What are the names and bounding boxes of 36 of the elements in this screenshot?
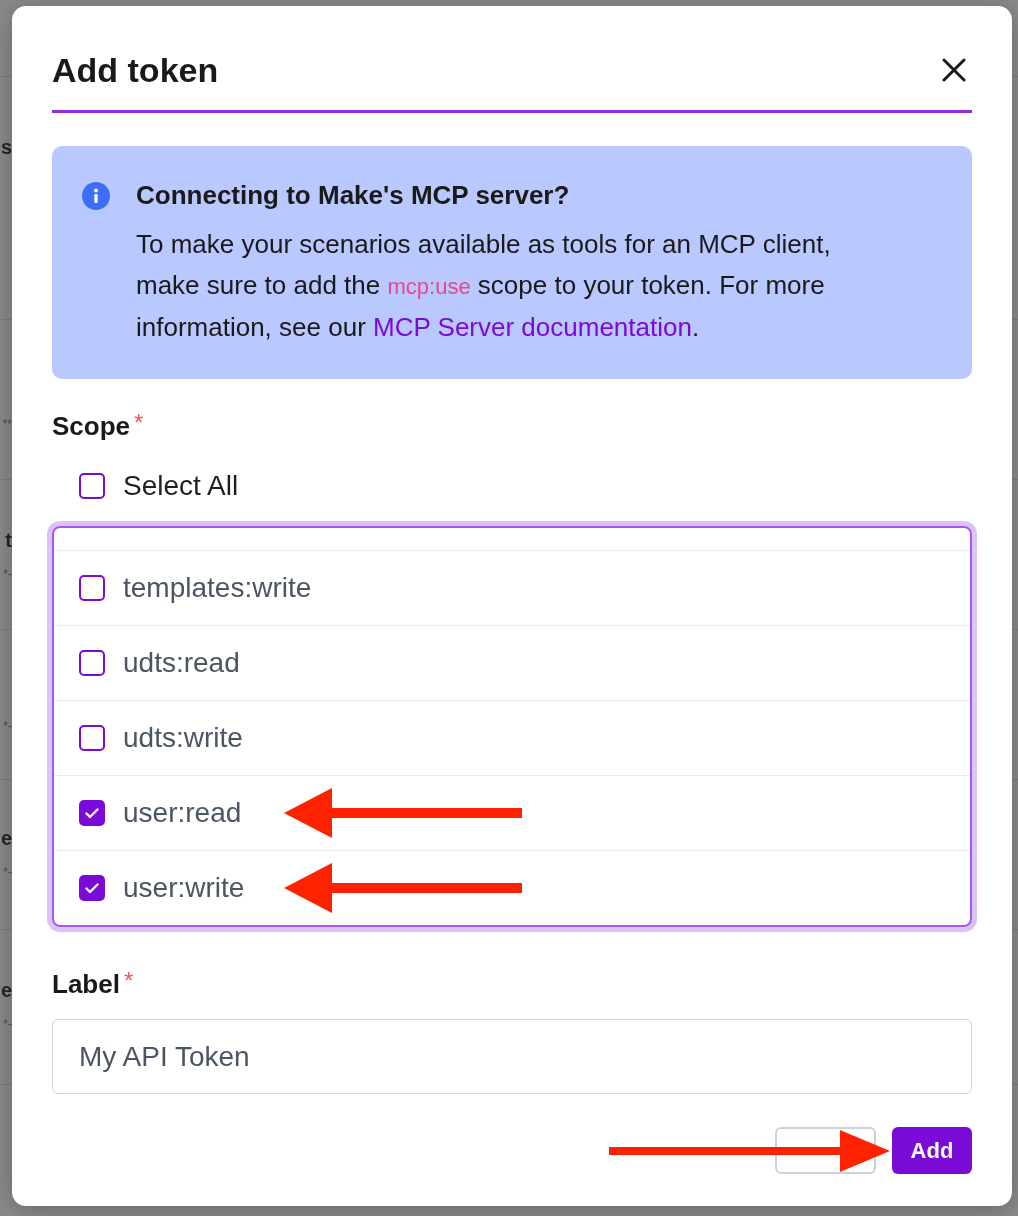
checkbox[interactable] [79, 575, 105, 601]
checkbox[interactable] [79, 473, 105, 499]
background-text: *- [3, 1016, 12, 1032]
checkbox[interactable] [79, 800, 105, 826]
scope-label: user:write [123, 871, 245, 905]
add-button[interactable]: Add [892, 1127, 972, 1174]
info-icon [82, 182, 110, 210]
scope-label: udts:write [123, 721, 243, 755]
dialog-title: Add token [52, 50, 219, 91]
background-text: *- [3, 718, 12, 734]
label-input[interactable]: My API Token [52, 1019, 972, 1094]
checkbox[interactable] [79, 725, 105, 751]
close-icon [942, 58, 966, 82]
background-text: *- [3, 864, 12, 880]
info-text: To make your scenarios available as tools for an MCP client, make sure to add the mcp:use scope to your token. For more information, see our MCP Server documentation. [136, 228, 832, 344]
background-heading: s [0, 135, 12, 159]
scope-label: user:read [123, 796, 242, 830]
checkmark-icon [85, 807, 99, 819]
background-text: ** [2, 416, 12, 432]
required-asterisk: * [123, 968, 134, 994]
required-asterisk: * [134, 410, 144, 436]
scope-label: udts:read [123, 646, 240, 680]
field-label: Scope [52, 410, 131, 442]
select-all-label: Select All [123, 469, 239, 503]
checkbox[interactable] [79, 875, 105, 901]
background-heading: e [0, 826, 12, 850]
background-heading: t [5, 528, 12, 552]
documentation-link[interactable]: MCP Server documentation [373, 312, 692, 342]
info-title: Connecting to Make's MCP server? [136, 180, 571, 210]
scope-label: templates:write [123, 571, 312, 605]
background-text: *- [3, 566, 12, 582]
field-label: Label [52, 968, 120, 1000]
checkbox[interactable] [79, 650, 105, 676]
checkmark-icon [85, 882, 99, 894]
background-heading: e [0, 978, 12, 1002]
close-button[interactable] [942, 58, 966, 82]
